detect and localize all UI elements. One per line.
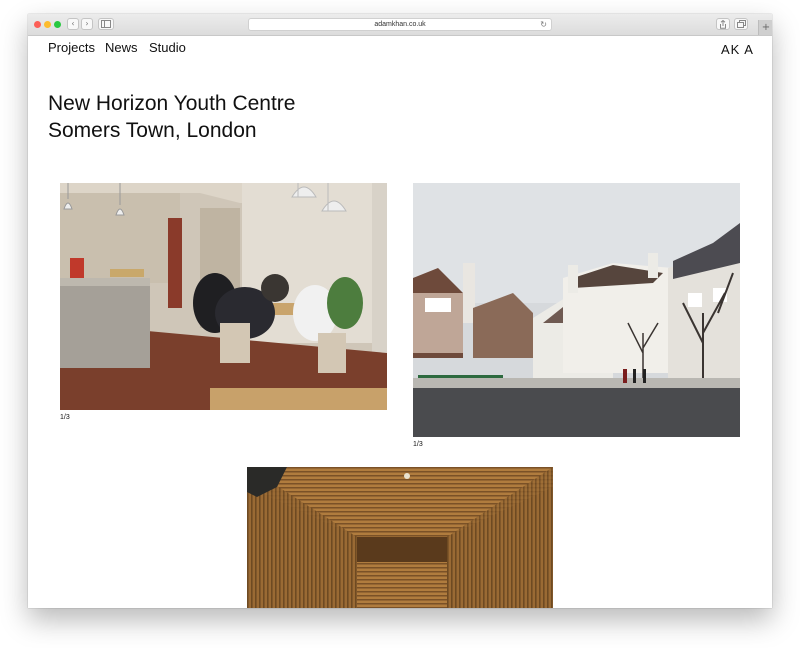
chevron-left-icon[interactable]: ‹ [67, 18, 79, 30]
sidebar-icon[interactable] [98, 18, 114, 30]
nav-projects[interactable]: Projects [48, 40, 95, 55]
image-caption: 1/3 [60, 414, 70, 421]
image-caption: 1/3 [413, 441, 423, 448]
plus-icon[interactable]: + [758, 20, 772, 35]
address-bar[interactable]: adamkhan.co.uk ↻ [248, 18, 552, 31]
maximize-window-button[interactable] [54, 21, 61, 28]
chevron-right-icon[interactable]: › [81, 18, 93, 30]
project-location: Somers Town, London [48, 119, 257, 142]
minimize-window-button[interactable] [44, 21, 51, 28]
reload-icon[interactable]: ↻ [540, 19, 547, 30]
browser-window: ‹ › adamkhan.co.uk ↻ + Projects News Stu… [28, 14, 772, 608]
site-logo[interactable]: AK A [721, 42, 754, 57]
page-title: New Horizon Youth Centre Somers Town, Lo… [48, 90, 295, 144]
share-icon[interactable] [716, 18, 730, 30]
gallery-image-interior[interactable] [60, 183, 387, 410]
url-text: adamkhan.co.uk [374, 21, 426, 28]
gallery-image-exterior[interactable] [413, 183, 740, 437]
nav-studio[interactable]: Studio [149, 40, 186, 55]
close-window-button[interactable] [34, 21, 41, 28]
browser-toolbar: ‹ › adamkhan.co.uk ↻ + [28, 14, 772, 36]
tabs-icon[interactable] [734, 18, 748, 30]
project-name: New Horizon Youth Centre [48, 92, 296, 115]
gallery-image-timber-room[interactable] [247, 467, 553, 608]
nav-news[interactable]: News [105, 40, 138, 55]
